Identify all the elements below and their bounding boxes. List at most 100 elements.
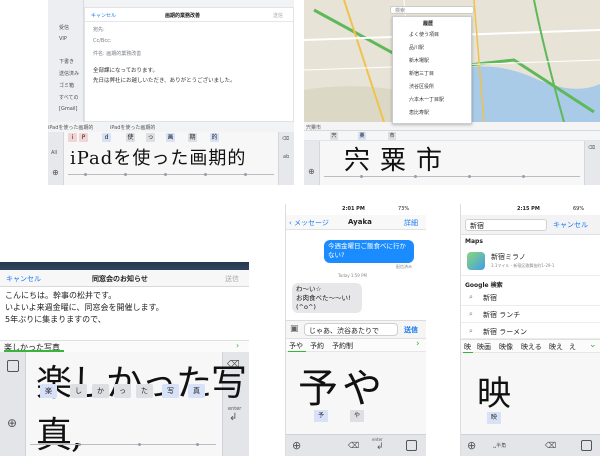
chip[interactable]: d <box>102 133 111 142</box>
globe-icon[interactable]: ⊕ <box>292 439 301 452</box>
candidate-item[interactable]: 映像 <box>499 342 513 352</box>
candidate-item[interactable]: 予や <box>289 341 303 351</box>
cancel-button[interactable]: キャンセル <box>91 12 116 19</box>
back-button[interactable]: ‹ メッセージ <box>289 218 329 228</box>
chip[interactable]: 的 <box>210 133 219 142</box>
sidebar-item-vip[interactable]: VIP <box>59 36 67 42</box>
candidate-item[interactable]: 映える <box>521 342 542 352</box>
chip[interactable]: 真 <box>188 384 205 398</box>
message-input-bar: ▣ じゃあ、渋谷あたりで 送信 <box>286 320 426 338</box>
sidebar-item-inbox[interactable]: 受信 <box>59 24 69 31</box>
chip[interactable]: P <box>79 133 88 142</box>
globe-icon[interactable]: ⊕ <box>308 167 315 176</box>
chip[interactable]: 期 <box>188 133 197 142</box>
sidebar-item-all[interactable]: すべての <box>59 94 78 101</box>
to-field[interactable]: 宛先: <box>93 26 105 33</box>
backspace-icon[interactable]: ⌫ <box>545 441 556 450</box>
popup-item[interactable]: 恵比寿駅 <box>409 109 429 116</box>
backspace-icon[interactable]: ⌫ <box>282 136 289 142</box>
chip[interactable]: た <box>136 384 153 398</box>
backspace-icon[interactable]: ⌫ <box>588 145 595 151</box>
chip[interactable]: 映 <box>487 412 501 424</box>
candidate-item[interactable]: 映画 <box>477 342 491 352</box>
keyboard-switch-icon[interactable] <box>581 440 592 451</box>
globe-icon[interactable]: ⊕ <box>7 416 17 430</box>
candidate-item[interactable]: 映え <box>549 342 563 352</box>
candidate-caption-left: iPadを使った画期的 <box>48 125 94 131</box>
popup-item[interactable]: よく使う項目 <box>409 31 439 38</box>
history-popup: 履歴 よく使う項目 品川駅 新木場駅 新宿三丁目 渋谷区役所 六本木一丁目駅 恵… <box>392 16 472 124</box>
chip[interactable]: 使 <box>126 133 135 142</box>
return-icon[interactable]: ↲ <box>376 442 384 452</box>
chip[interactable]: っ <box>114 384 131 398</box>
popup-item[interactable]: 新宿三丁目 <box>409 70 434 77</box>
subject-field[interactable]: 件名: 画期的業務改善 <box>93 50 141 57</box>
candidate-item[interactable]: 映 <box>464 342 471 352</box>
chip[interactable]: 画 <box>166 133 175 142</box>
candidate-item[interactable]: 予約制 <box>332 341 353 351</box>
send-button[interactable]: 送信 <box>225 274 239 284</box>
candidate-item[interactable]: え <box>569 342 576 352</box>
compose-title: 画期的業務改善 <box>165 13 201 19</box>
maps-result-title: 新宿ミラノ <box>491 253 526 261</box>
sidebar-item-sent[interactable]: 送信済み <box>59 70 79 77</box>
cancel-button[interactable]: キャンセル <box>6 274 41 284</box>
keyboard-switch-icon[interactable] <box>7 360 19 372</box>
send-button[interactable]: 送信 <box>273 12 283 19</box>
chevron-right-icon[interactable]: › <box>416 339 420 349</box>
body-line-2: 先日は弊社にお越しいただき、ありがとうございました。 <box>93 78 236 84</box>
panel-ipad-handwriting: キャンセル 同窓会のお知らせ 送信 こんにちは。幹事の松井です。 いよいよ来週金… <box>0 262 249 456</box>
cancel-button[interactable]: キャンセル <box>553 220 588 230</box>
popup-item[interactable]: 新木場駅 <box>409 57 429 64</box>
search-icon: ⌕ <box>469 293 473 301</box>
camera-icon[interactable]: ▣ <box>290 324 299 334</box>
globe-icon[interactable]: ⊕ <box>52 168 59 177</box>
timestamp: Today 1:59 PM <box>338 273 367 278</box>
keyboard-right-column: ⌫ <box>584 141 600 185</box>
chevron-down-icon[interactable]: ⌄ <box>589 340 597 350</box>
send-button[interactable]: 送信 <box>404 325 418 335</box>
chip[interactable]: 写 <box>162 384 179 398</box>
chip[interactable]: 予 <box>314 410 328 422</box>
panel-iphone-messages: 2:01 PM 73% ‹ メッセージ Ayaka 詳細 今週金曜日ご飯食べに行… <box>285 204 426 456</box>
suggestion-row[interactable]: ⌕ 新宿 ラーメン <box>461 324 600 339</box>
keyboard-switch-icon[interactable] <box>406 440 417 451</box>
search-input[interactable]: 新宿 <box>465 219 547 231</box>
mail-sidebar: 受信 VIP 下書き 送信済み ゴミ箱 すべての [Gmail] <box>48 0 84 122</box>
chip[interactable]: や <box>350 410 364 422</box>
ab-key[interactable]: ab <box>283 154 289 160</box>
body-line-2: いよいよ来週金曜に、同窓会を開催します。 <box>5 303 164 312</box>
popup-item[interactable]: 品川駅 <box>409 44 424 51</box>
map-search-field[interactable]: 検索 <box>390 6 474 14</box>
compose-sheet: キャンセル 画期的業務改善 送信 宛先: Cc/Bcc: 件名: 画期的業務改善… <box>84 7 294 122</box>
keyboard-left-column: ⊕ <box>304 141 320 185</box>
chip[interactable]: か <box>92 384 109 398</box>
message-input[interactable]: じゃあ、渋谷あたりで <box>304 323 398 336</box>
space-key[interactable]: ␣半角 <box>493 442 506 449</box>
suggestion-row[interactable]: ⌕ 新宿 <box>461 290 600 306</box>
sidebar-item-gmail[interactable]: [Gmail] <box>59 106 78 112</box>
chip[interactable]: 楽 <box>40 384 57 398</box>
sidebar-item-drafts[interactable]: 下書き <box>59 58 74 65</box>
candidate-item[interactable]: 予約 <box>310 341 324 351</box>
details-button[interactable]: 詳細 <box>404 218 418 228</box>
chip[interactable]: i <box>68 133 77 142</box>
popup-item[interactable]: 六本木一丁目駅 <box>409 96 444 103</box>
chevron-right-icon[interactable]: › <box>236 341 239 350</box>
sent-bubble: 今週金曜日ご飯食べに行かない? <box>324 240 414 263</box>
cc-field[interactable]: Cc/Bcc: <box>93 38 112 44</box>
maps-result[interactable]: 新宿ミラノ 3.1マイル - 新宿区歌舞伎町1-29-1 <box>461 248 600 276</box>
all-key[interactable]: All <box>51 150 57 156</box>
popup-item[interactable]: 渋谷区役所 <box>409 83 434 90</box>
globe-icon[interactable]: ⊕ <box>467 439 476 452</box>
maps-app-icon <box>467 252 485 270</box>
suggestion-row[interactable]: ⌕ 新宿 ランチ <box>461 307 600 323</box>
chip[interactable]: し <box>70 384 87 398</box>
chip[interactable]: っ <box>146 133 155 142</box>
backspace-icon[interactable]: ⌫ <box>348 441 359 450</box>
received-bubble: わ〜い☆ お肉食べた〜〜い! (^o^) <box>292 283 362 313</box>
status-battery: 73% <box>398 206 410 212</box>
sidebar-item-trash[interactable]: ゴミ箱 <box>59 82 74 89</box>
search-icon: ⌕ <box>469 310 473 318</box>
messages-navbar: ‹ メッセージ Ayaka 詳細 <box>286 215 426 230</box>
